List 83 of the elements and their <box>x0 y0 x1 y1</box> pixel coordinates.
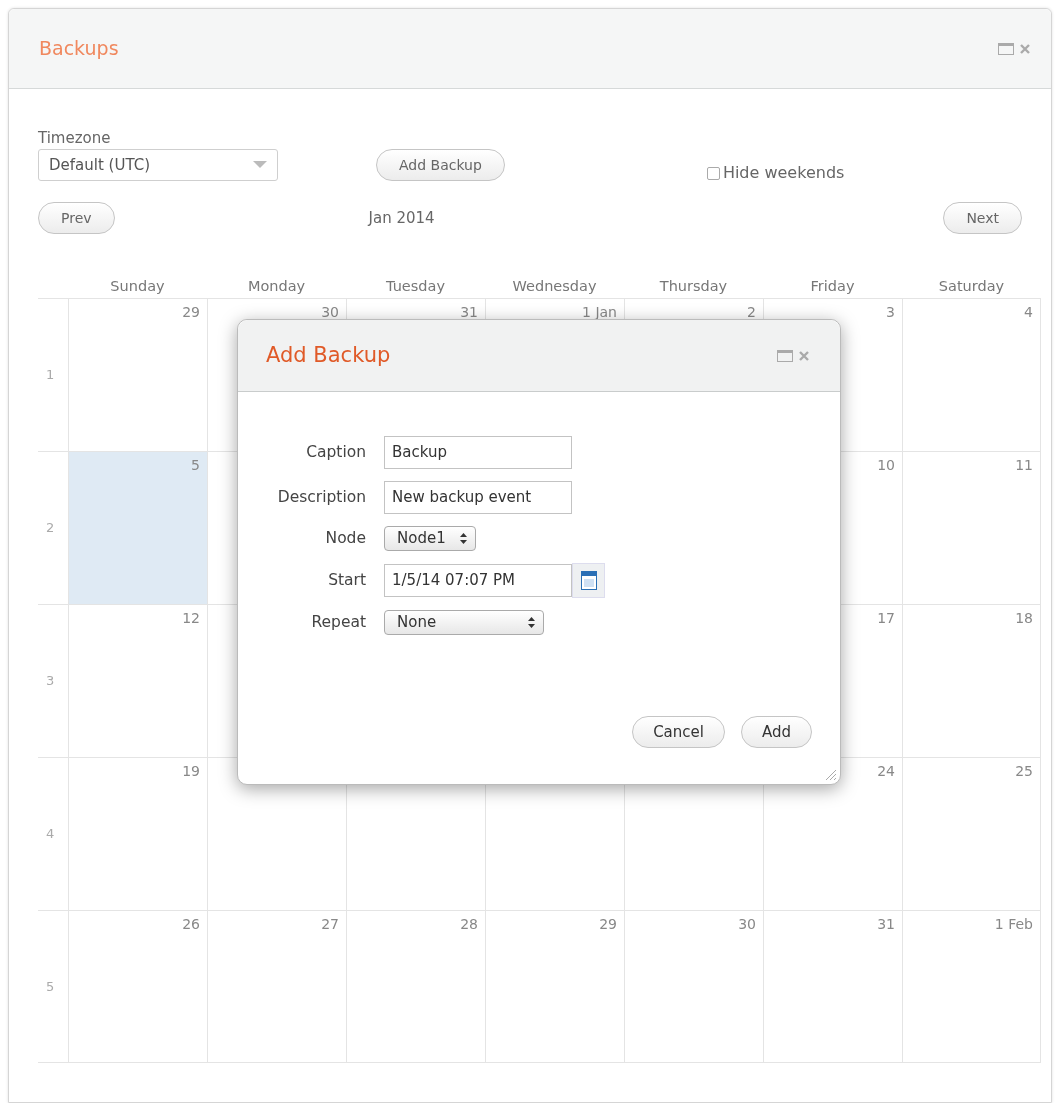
add-button[interactable]: Add <box>740 716 812 748</box>
day-cell[interactable]: 1 Feb <box>902 910 1041 1063</box>
day-cell[interactable]: 28 <box>346 910 485 1063</box>
day-number: 29 <box>182 304 200 320</box>
checkbox[interactable] <box>706 166 720 180</box>
day-number: 1 Jan <box>582 304 617 320</box>
resize-grip-icon[interactable] <box>824 768 836 780</box>
day-cell[interactable]: 29 <box>68 298 207 451</box>
dropdown-arrow-icon <box>253 161 267 169</box>
week-number: 4 <box>46 825 55 844</box>
day-number: 11 <box>1015 457 1033 473</box>
field-label: Repeat <box>310 611 366 633</box>
day-number: 18 <box>1015 610 1033 626</box>
day-cell[interactable]: 24 <box>763 757 902 910</box>
weekday-header: Thursday <box>658 277 729 296</box>
day-number: 10 <box>877 457 895 473</box>
day-cell[interactable]: 12 <box>68 604 207 757</box>
day-number: 17 <box>877 610 895 626</box>
day-cell[interactable]: 18 <box>902 604 1041 757</box>
day-number: 25 <box>1015 763 1033 779</box>
checkbox-label: Hide weekends <box>722 162 845 184</box>
week-number: 5 <box>46 977 55 996</box>
day-cell[interactable]: 27 <box>207 910 346 1063</box>
calendar-icon <box>580 571 597 590</box>
day-number: 29 <box>599 916 617 932</box>
field-label: Caption <box>305 441 366 463</box>
day-number: 28 <box>460 916 478 932</box>
day-number: 26 <box>182 916 200 932</box>
field-label: Description <box>276 486 366 508</box>
calendar-button[interactable] <box>572 563 605 598</box>
maximize-icon[interactable] <box>777 349 793 362</box>
weekday-header: Tuesday <box>385 277 446 296</box>
day-number: 31 <box>877 916 895 932</box>
dialog-title: Add Backup <box>266 341 391 369</box>
month-label: Jan 2014 <box>368 207 435 229</box>
select-dropdown[interactable]: None <box>384 610 544 635</box>
select-dropdown[interactable]: Node1 <box>384 526 476 551</box>
timezone-dropdown[interactable]: Default (UTC) <box>38 149 278 181</box>
maximize-icon[interactable] <box>998 42 1014 55</box>
day-cell[interactable]: 26 <box>68 910 207 1063</box>
week-number: 2 <box>46 519 55 538</box>
field-label: Start <box>327 569 366 591</box>
day-number: 5 <box>191 457 200 473</box>
day-cell[interactable]: 29 <box>485 910 624 1063</box>
day-cell[interactable]: 19 <box>68 757 207 910</box>
close-icon[interactable] <box>798 349 810 362</box>
window-title: Backups <box>39 36 119 62</box>
day-cell[interactable]: 11 <box>902 451 1041 604</box>
weekday-header: Monday <box>246 277 307 296</box>
day-number: 4 <box>1024 304 1033 320</box>
text-field[interactable]: New backup event <box>384 481 572 514</box>
day-number: 19 <box>182 763 200 779</box>
day-number: 1 Feb <box>994 916 1033 932</box>
next-button[interactable]: Next <box>943 202 1022 234</box>
day-cell[interactable]: 25 <box>902 757 1041 910</box>
weekday-header: Sunday <box>109 277 166 296</box>
day-number: 24 <box>877 763 895 779</box>
weekday-header: Saturday <box>937 277 1006 296</box>
week-number: 3 <box>46 672 55 691</box>
day-cell[interactable]: 4 <box>902 298 1041 451</box>
text-field[interactable]: Backup <box>384 436 572 469</box>
cancel-button[interactable]: Cancel <box>632 716 725 748</box>
stepper-arrows-icon <box>528 617 535 628</box>
weekday-header: Wednesday <box>511 277 598 296</box>
day-number: 31 <box>460 304 478 320</box>
week-number: 1 <box>46 366 55 385</box>
day-number: 12 <box>182 610 200 626</box>
day-number: 27 <box>321 916 339 932</box>
add-backup-button[interactable]: Add Backup <box>376 149 505 181</box>
close-icon[interactable] <box>1019 42 1031 55</box>
day-cell[interactable]: 31 <box>763 910 902 1063</box>
weekday-header: Friday <box>809 277 856 296</box>
day-number: 30 <box>321 304 339 320</box>
day-number: 3 <box>886 304 895 320</box>
day-number: 30 <box>738 916 756 932</box>
day-number: 2 <box>747 304 756 320</box>
prev-button[interactable]: Prev <box>38 202 115 234</box>
stepper-arrows-icon <box>459 533 467 544</box>
date-field[interactable]: 1/5/14 07:07 PM <box>384 564 572 597</box>
field-label: Node <box>324 527 366 549</box>
field-label: Timezone <box>38 127 112 149</box>
day-cell[interactable]: 5 <box>68 451 207 604</box>
day-cell[interactable]: 30 <box>624 910 763 1063</box>
